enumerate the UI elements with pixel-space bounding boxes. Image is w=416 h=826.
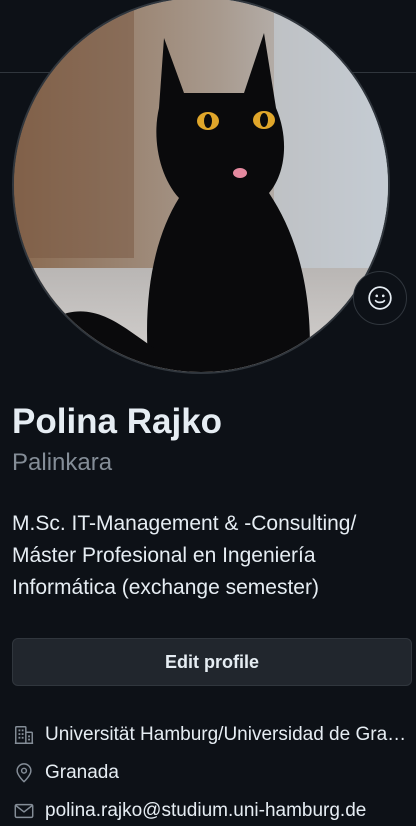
location-text: Granada bbox=[45, 762, 119, 783]
smiley-icon bbox=[368, 286, 392, 310]
organization-icon bbox=[12, 723, 36, 747]
profile-details: Universität Hamburg/Universidad de Grana… bbox=[12, 716, 416, 826]
set-status-button[interactable] bbox=[353, 271, 407, 325]
username: Palinkara bbox=[12, 449, 113, 476]
profile-page: Polina Rajko Palinkara M.Sc. IT-Manageme… bbox=[0, 0, 416, 826]
organization-row: Universität Hamburg/Universidad de Grana… bbox=[12, 716, 416, 754]
avatar-image bbox=[14, 0, 388, 372]
avatar[interactable] bbox=[12, 0, 390, 374]
organization-text: Universität Hamburg/Universidad de Grana… bbox=[45, 724, 407, 745]
profile-bio: M.Sc. IT-Management & -Consulting/ Máste… bbox=[12, 508, 412, 604]
edit-profile-button[interactable]: Edit profile bbox=[12, 638, 412, 686]
bio-line: Máster Profesional en Ingeniería bbox=[12, 544, 316, 567]
bio-line: Informática (exchange semester) bbox=[12, 576, 319, 599]
bio-line: M.Sc. IT-Management & -Consulting/ bbox=[12, 512, 357, 535]
profile-names: Polina Rajko Palinkara bbox=[12, 398, 222, 480]
avatar-container bbox=[12, 0, 390, 374]
email-link[interactable]: polina.rajko@studium.uni-hamburg.de bbox=[45, 800, 366, 822]
mail-icon bbox=[12, 799, 36, 823]
location-row: Granada bbox=[12, 754, 416, 792]
location-pin-icon bbox=[12, 761, 36, 785]
email-row: polina.rajko@studium.uni-hamburg.de bbox=[12, 792, 416, 826]
full-name: Polina Rajko bbox=[12, 402, 223, 441]
